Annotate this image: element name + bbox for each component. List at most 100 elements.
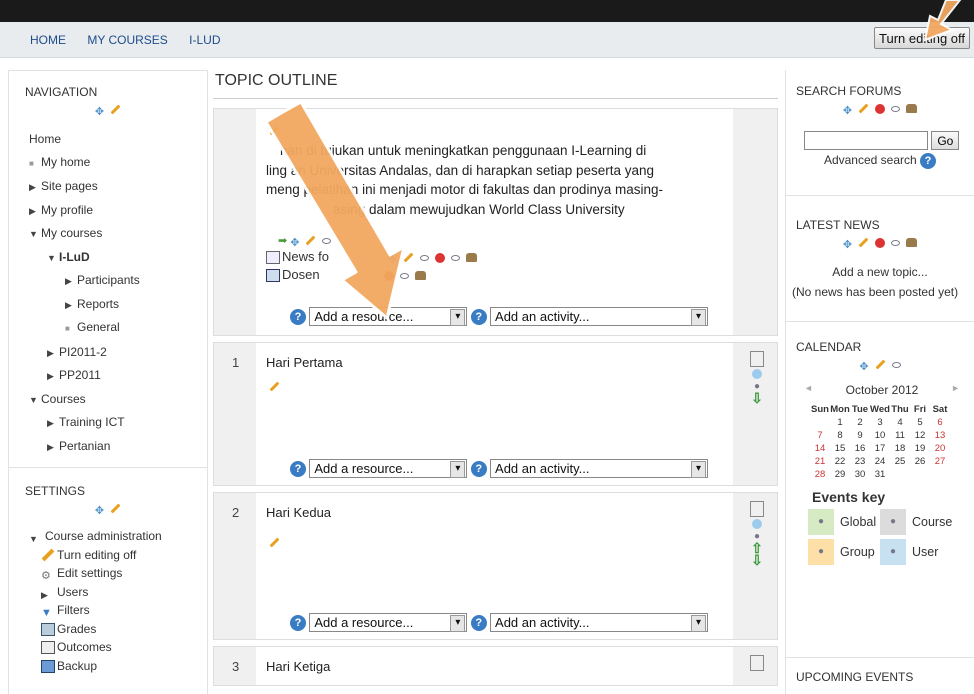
calendar-day[interactable]: 10 [870,429,890,442]
calendar-day[interactable]: 31 [870,468,890,481]
nav-home-link[interactable]: HOME [30,33,66,47]
calendar-day[interactable]: 9 [850,429,870,442]
pencil-icon[interactable] [110,104,121,115]
calendar-day[interactable]: 28 [810,468,830,481]
settings-item[interactable]: Grades [29,620,207,639]
calendar-day[interactable]: 14 [810,442,830,455]
calendar-day[interactable]: 5 [910,416,930,429]
settings-item[interactable]: Turn editing off [29,546,207,565]
highlight-icon[interactable] [752,519,762,529]
nav-item[interactable]: ▶ Reports [29,293,207,317]
nav-item[interactable]: ▶ Pertanian [29,435,207,459]
nav-item[interactable]: ▶ Participants [29,269,207,293]
calendar-day[interactable]: 18 [890,442,910,455]
edit-summary-pencil-icon[interactable] [269,125,280,136]
move-down-icon[interactable]: ⇩ [747,553,767,567]
calendar-day[interactable]: 27 [930,455,950,468]
eye-icon[interactable] [400,272,410,279]
add-new-topic-link[interactable]: Add a new topic... [786,265,974,279]
group-icon[interactable] [465,253,477,263]
calendar-day[interactable]: 13 [930,429,950,442]
nav-item[interactable]: ▼ My courses [29,222,207,246]
previous-month-icon[interactable]: ◄ [804,383,813,397]
resource-dosen[interactable]: Dosen [266,267,429,283]
nav-course-link[interactable]: I-LUD [189,33,220,47]
collapse-icon[interactable] [750,351,764,367]
help-icon[interactable]: ? [470,614,487,631]
pencil-icon[interactable] [269,381,280,392]
nav-item[interactable]: ▶ Training ICT [29,411,207,435]
add-resource-select[interactable]: Add a resource... [309,307,468,326]
group-icon[interactable] [906,104,918,114]
eye-icon[interactable]: ● [880,539,906,565]
calendar-day[interactable]: 20 [930,442,950,455]
help-icon[interactable]: ? [290,308,306,325]
nav-item[interactable]: ▼ I-LuD [29,246,207,270]
pencil-icon[interactable] [269,537,280,548]
calendar-day[interactable]: 29 [830,468,850,481]
settings-item[interactable]: ▶ Users [29,583,207,602]
help-icon[interactable]: ? [290,460,306,477]
move-icon[interactable]: ✥ [95,105,104,118]
move-icon[interactable]: ✥ [843,238,852,251]
calendar-day[interactable]: 3 [870,416,890,429]
nav-item[interactable]: ▶ My profile [29,199,207,223]
delete-icon[interactable] [434,252,445,263]
move-icon[interactable]: ✥ [95,504,104,517]
help-icon[interactable]: ? [290,614,306,631]
calendar-day[interactable]: 30 [850,468,870,481]
collapse-icon[interactable] [750,501,764,517]
nav-item[interactable]: ▼ Courses [29,388,207,412]
calendar-day[interactable]: 11 [890,429,910,442]
calendar-day[interactable]: 16 [850,442,870,455]
pencil-icon[interactable] [110,503,121,514]
eye-icon[interactable] [891,239,901,246]
help-icon[interactable]: ? [470,308,487,325]
group-icon[interactable] [415,271,427,281]
calendar-day[interactable]: 6 [930,416,950,429]
calendar-day[interactable]: 21 [810,455,830,468]
help-icon[interactable]: ? [920,153,937,169]
calendar-day[interactable]: 15 [830,442,850,455]
move-icon[interactable]: ✥ [843,104,852,117]
add-resource-select[interactable]: Add a resource... [309,459,468,478]
eye-icon[interactable] [891,361,901,368]
nav-item[interactable]: ▶ PP2011 [29,364,207,388]
settings-item[interactable]: Outcomes [29,638,207,657]
settings-item[interactable]: ▼ Course administration [29,527,207,546]
calendar-day[interactable]: 8 [830,429,850,442]
search-forums-input[interactable] [804,131,928,150]
calendar-day[interactable]: 22 [830,455,850,468]
go-button[interactable]: Go [931,131,960,150]
highlight-icon[interactable] [752,369,762,379]
eye-icon[interactable]: ● [808,509,834,535]
add-resource-select[interactable]: Add a resource... [309,613,468,632]
turn-editing-off-button[interactable]: Turn editing off [874,27,970,49]
delete-icon[interactable] [875,237,886,248]
help-icon[interactable]: ? [470,460,487,477]
calendar-day[interactable]: 24 [870,455,890,468]
nav-item[interactable]: Home [29,128,207,151]
move-down-icon[interactable]: ⇩ [747,391,767,405]
collapse-icon[interactable] [750,655,764,671]
calendar-day[interactable]: 17 [870,442,890,455]
eye-icon[interactable]: ● [808,539,834,565]
nav-item[interactable]: ▶ PI2011-2 [29,341,207,365]
nav-item[interactable]: ▶ Site pages [29,175,207,199]
settings-item[interactable]: Backup [29,657,207,676]
settings-item[interactable]: ▼ Filters [29,601,207,620]
calendar-day[interactable]: 4 [890,416,910,429]
move-right-icon[interactable]: ➡ [278,235,287,247]
delete-icon[interactable] [384,270,395,281]
calendar-day[interactable]: 19 [910,442,930,455]
nav-my-courses-link[interactable]: MY COURSES [87,33,167,47]
pencil-icon[interactable] [305,235,316,246]
next-month-icon[interactable]: ► [951,383,960,397]
eye-icon[interactable] [891,105,901,112]
eye-icon[interactable] [450,254,460,261]
add-activity-select[interactable]: Add an activity... [490,459,709,478]
add-activity-select[interactable]: Add an activity... [490,307,709,326]
pencil-icon[interactable] [403,252,414,263]
eye-icon[interactable]: ● [880,509,906,535]
move-icon[interactable]: ✥ [859,360,868,373]
